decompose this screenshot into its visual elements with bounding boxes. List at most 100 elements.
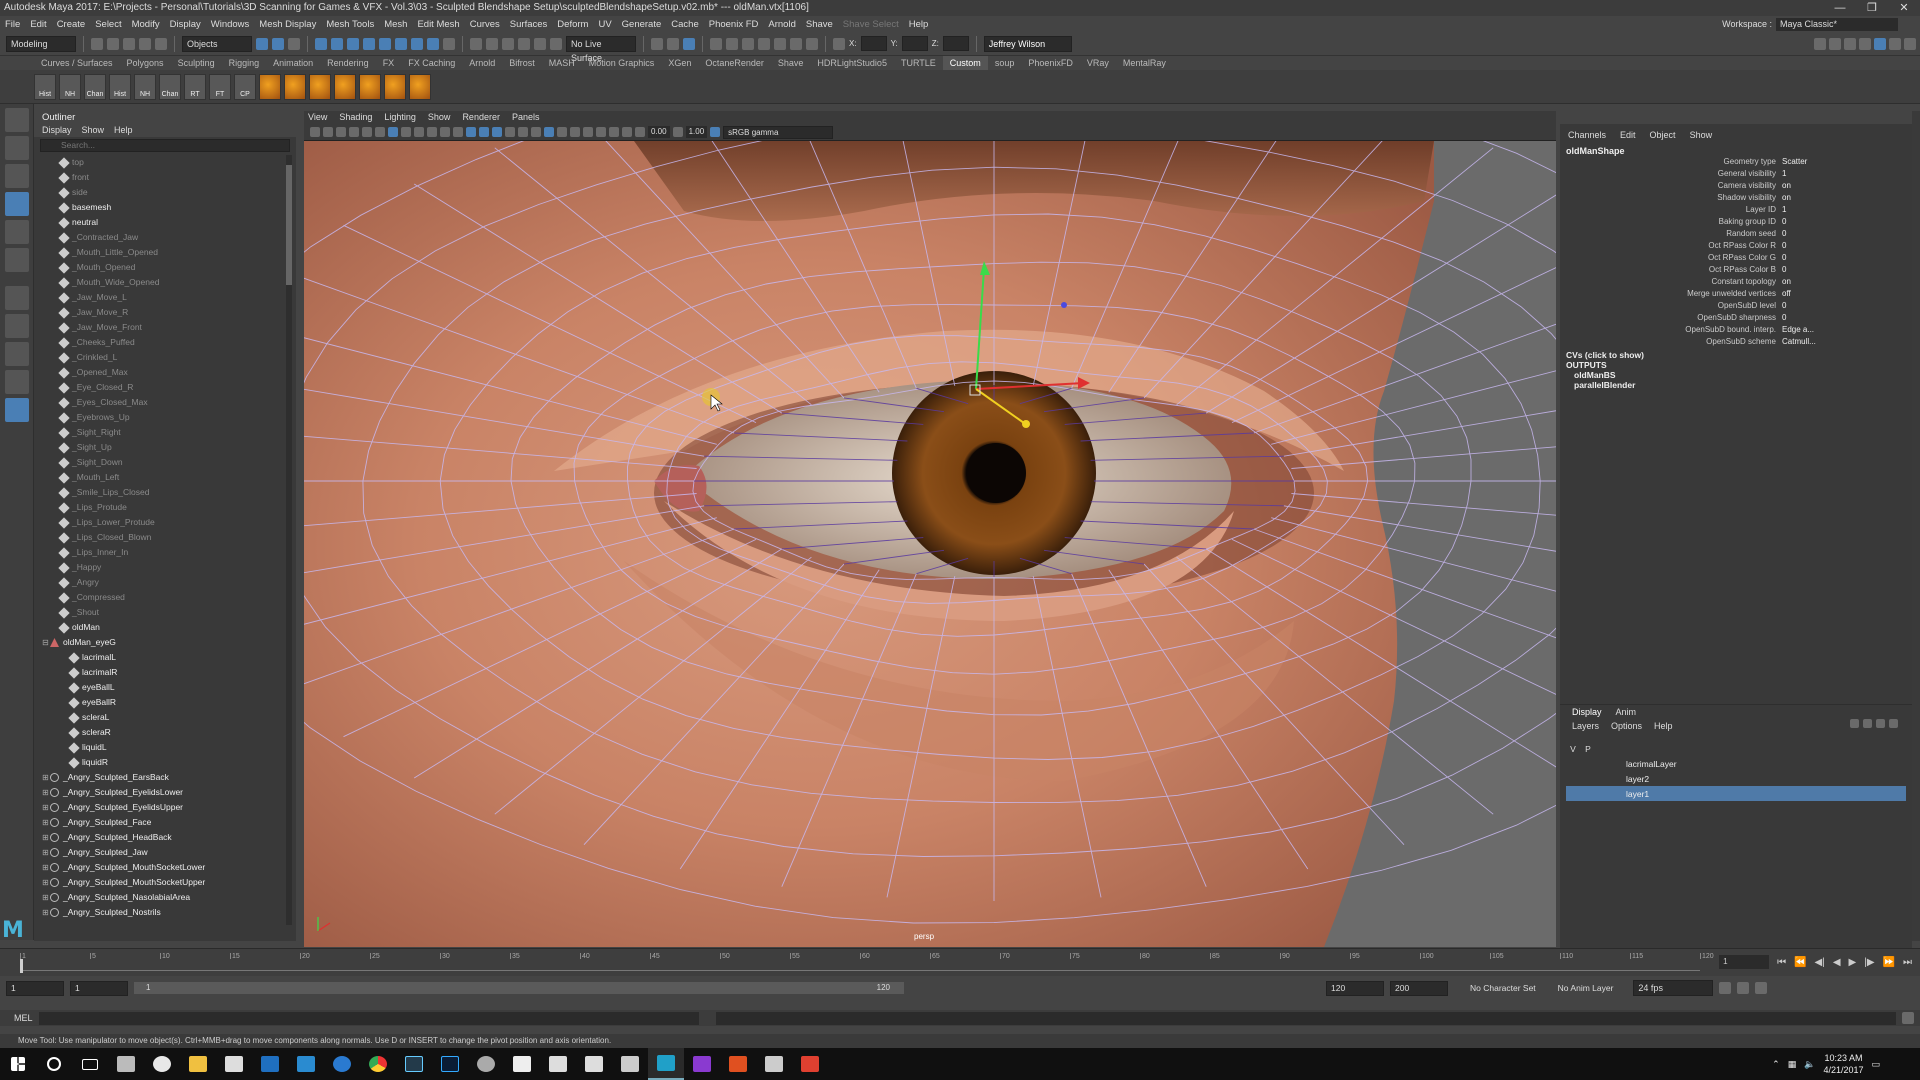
outliner-item[interactable]: side (42, 185, 282, 200)
viewport-canvas[interactable] (304, 141, 1556, 947)
outliner-item[interactable]: _Mouth_Opened (42, 260, 282, 275)
scale-tool-icon[interactable] (5, 248, 29, 272)
four-view-icon[interactable] (5, 314, 29, 338)
expand-toggle-icon[interactable]: ⊞ (42, 830, 50, 845)
outliner-item[interactable]: ⊞ _Angry_Sculpted_Jaw (42, 845, 282, 860)
manipulator-pivot-blue[interactable] (1061, 302, 1067, 308)
animation-start-field[interactable]: 1 (6, 980, 64, 996)
manipulator-z-handle[interactable] (1022, 420, 1030, 428)
expand-toggle-icon[interactable]: ⊟ (42, 635, 50, 650)
redo-icon[interactable] (155, 37, 167, 50)
workspace-dropdown[interactable]: Maya Classic* (1776, 17, 1898, 31)
persp-outliner-icon[interactable] (5, 342, 29, 366)
move-tool-icon[interactable] (5, 192, 29, 216)
viewport-menu-panels[interactable]: Panels (512, 111, 540, 124)
render-frame-icon[interactable] (726, 37, 738, 50)
mask-face-icon[interactable] (347, 37, 359, 50)
attribute-value[interactable]: 0 (1782, 264, 1786, 276)
outliner-item[interactable]: _Opened_Max (42, 365, 282, 380)
taskbar-app-maya-icon[interactable] (648, 1048, 684, 1080)
outliner-item[interactable]: _Mouth_Little_Opened (42, 245, 282, 260)
channel-attribute-row[interactable]: Oct RPass Color B 0 (1560, 264, 1900, 276)
scrollbar-thumb[interactable] (286, 165, 292, 285)
color-management-icon[interactable] (710, 127, 721, 137)
shelf-tab-arnold[interactable]: Arnold (462, 56, 502, 70)
character-set-dropdown[interactable]: No Character Set (1470, 983, 1536, 993)
outliner-item[interactable]: ⊞ _Angry_Sculpted_MouthSocketLower (42, 860, 282, 875)
y-field[interactable] (901, 36, 928, 51)
outliner-item[interactable]: lacrimalR (42, 665, 282, 680)
outliner-item[interactable]: lacrimalL (42, 650, 282, 665)
outliner-item[interactable]: _Lips_Inner_In (42, 545, 282, 560)
loop-icon[interactable] (1719, 982, 1732, 994)
select-object-icon[interactable] (272, 37, 284, 50)
modeling-toolkit-icon[interactable] (1814, 37, 1826, 50)
expand-toggle-icon[interactable]: ⊞ (42, 845, 50, 860)
attribute-value[interactable]: 0 (1782, 252, 1786, 264)
shelf-cylinder-icon[interactable] (309, 73, 331, 100)
taskbar-app-media-icon[interactable] (144, 1048, 180, 1080)
motion-blur-icon[interactable] (596, 127, 606, 137)
exposure-icon[interactable] (635, 127, 645, 137)
menu-modify[interactable]: Modify (127, 19, 165, 30)
shelf-button-hist[interactable]: Hist (34, 73, 56, 100)
save-scene-icon[interactable] (123, 37, 135, 50)
taskbar-app-explorer-icon[interactable] (108, 1048, 144, 1080)
shelf-tab-custom[interactable]: Custom (942, 56, 988, 70)
volume-icon[interactable]: 🔈 (1804, 1059, 1815, 1070)
shelf-tab-bifrost[interactable]: Bifrost (502, 56, 542, 70)
step-forward-frame-icon[interactable]: |▶ (1864, 957, 1874, 968)
outliner-item[interactable]: ⊞ _Angry_Sculpted_EarsBack (42, 770, 282, 785)
snap-surface-icon[interactable] (534, 37, 546, 50)
safe-title-icon[interactable] (453, 127, 463, 137)
xray-icon[interactable] (557, 127, 567, 137)
shelf-tab-xgen[interactable]: XGen (661, 56, 698, 70)
menu-curves[interactable]: Curves (465, 19, 505, 30)
menu-mesh[interactable]: Mesh (379, 19, 412, 30)
outliner-menu-show[interactable]: Show (82, 124, 105, 137)
attribute-value[interactable]: 0 (1782, 240, 1786, 252)
taskbar-app-xnview-icon[interactable] (684, 1048, 720, 1080)
menu-generate[interactable]: Generate (617, 19, 667, 30)
start-button[interactable] (0, 1048, 36, 1080)
taskbar-app-recorder-icon[interactable] (792, 1048, 828, 1080)
task-view-icon[interactable] (72, 1048, 108, 1080)
expand-toggle-icon[interactable]: ⊞ (42, 800, 50, 815)
channel-attribute-row[interactable]: Oct RPass Color G 0 (1560, 252, 1900, 264)
outliner-item[interactable]: basemesh (42, 200, 282, 215)
viewport-menu-renderer[interactable]: Renderer (462, 111, 500, 124)
outliner-item[interactable]: _Eyebrows_Up (42, 410, 282, 425)
taskbar-app-outlook-icon[interactable] (252, 1048, 288, 1080)
viewport-menu-lighting[interactable]: Lighting (384, 111, 416, 124)
outliner-item[interactable]: ⊞ _Angry_Sculpted_HeadBack (42, 830, 282, 845)
layer-menu-layers[interactable]: Layers (1572, 719, 1599, 733)
step-forward-key-icon[interactable]: ⏩ (1883, 957, 1895, 968)
shelf-button-chan[interactable]: Chan (84, 73, 106, 100)
current-frame-field[interactable]: 1 (1719, 955, 1770, 969)
snap-view-icon[interactable] (518, 37, 530, 50)
viewport-menu-view[interactable]: View (308, 111, 327, 124)
outliner-item[interactable]: neutral (42, 215, 282, 230)
new-scene-icon[interactable] (91, 37, 103, 50)
outliner-item[interactable]: _Sight_Right (42, 425, 282, 440)
outliner-item[interactable]: _Eye_Closed_R (42, 380, 282, 395)
select-camera-icon[interactable] (310, 127, 320, 137)
layer-row[interactable]: layer2 (1566, 771, 1906, 786)
shelf-button-nh[interactable]: NH (134, 73, 156, 100)
time-slider[interactable]: 1 5 10 15 20 25 30 35 40 45 50 55 60 65 70 75 80 85 90 95 10… (0, 948, 1920, 976)
menu-shave[interactable]: Shave (801, 19, 838, 30)
channel-attribute-row[interactable]: OpenSubD bound. interp. Edge a... (1560, 324, 1900, 336)
shelf-tab-motion-graphics[interactable]: Motion Graphics (582, 56, 662, 70)
channel-attribute-row[interactable]: Shadow visibility on (1560, 192, 1900, 204)
outliner-item[interactable]: _Mouth_Left (42, 470, 282, 485)
camera-attributes-icon[interactable] (323, 127, 333, 137)
taskbar-app-edge-icon[interactable] (324, 1048, 360, 1080)
paint-select-tool-icon[interactable] (5, 164, 29, 188)
mask-dynamics-icon[interactable] (427, 37, 439, 50)
film-gate-icon[interactable] (388, 127, 398, 137)
render-settings-icon[interactable] (758, 37, 770, 50)
selection-mode-dropdown[interactable]: Objects (182, 35, 252, 52)
outliner-item[interactable]: ⊞ _Angry_Sculpted_Nostrils (42, 905, 282, 920)
channel-attribute-row[interactable]: Oct RPass Color R 0 (1560, 240, 1900, 252)
current-time-indicator[interactable] (20, 959, 23, 973)
